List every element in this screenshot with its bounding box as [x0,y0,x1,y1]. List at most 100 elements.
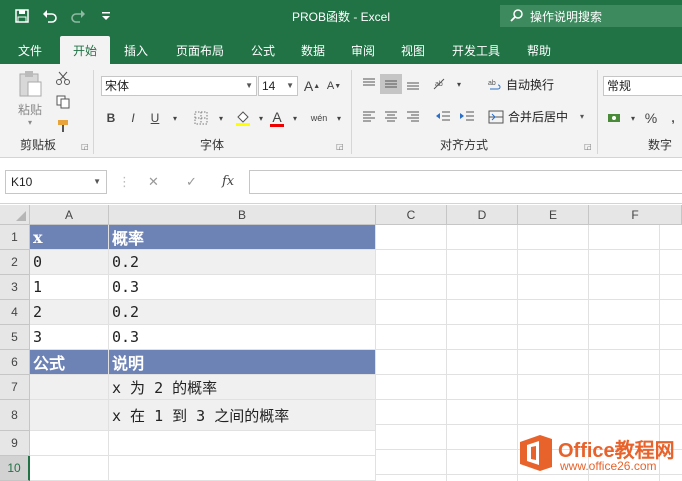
row-header-1[interactable]: 1 [0,225,30,250]
wrap-text-button[interactable]: ab 自动换行 [488,76,554,93]
font-size-select[interactable]: 14 ▼ [258,76,298,96]
paste-icon [19,71,42,97]
enter-icon[interactable]: ✓ [186,174,197,190]
row-header-6[interactable]: 6 [0,350,30,375]
decrease-indent-icon[interactable] [432,106,454,126]
increase-font-size-icon[interactable]: A ▲ [301,76,323,96]
cell-a1[interactable]: x [30,225,109,250]
chevron-down-icon[interactable]: ▾ [284,108,306,128]
cut-icon[interactable] [52,68,74,88]
cell-b3[interactable]: 0.3 [109,275,376,300]
tell-me-label: 操作说明搜索 [530,9,603,24]
align-right-icon[interactable] [402,106,424,126]
tab-file[interactable]: 文件 [0,36,60,64]
merge-center-button[interactable]: 合并后居中 ▾ [488,108,584,125]
tab-home[interactable]: 开始 [60,36,110,64]
cell-a10[interactable] [30,456,109,481]
row-header-2[interactable]: 2 [0,250,30,275]
top-align-icon[interactable] [358,74,380,94]
borders-icon[interactable] [190,108,212,128]
chevron-down-icon[interactable]: ▾ [328,108,350,128]
column-header-d[interactable]: D [447,205,518,225]
tab-developer[interactable]: 开发工具 [438,36,514,64]
ribbon: 粘贴 ▾ 剪贴板 ◲ 宋体 ▼ 14 ▼ A ▲ A ▼ B I U ▾ ▾ ▾ A… [0,64,682,158]
italic-button[interactable]: I [122,108,144,128]
row-header-10[interactable]: 10 [0,456,30,481]
tab-data[interactable]: 数据 [288,36,338,64]
cell-b1[interactable]: 概率 [109,225,376,250]
svg-text:ab: ab [435,81,443,88]
font-group-label: 字体 [200,138,225,152]
column-header-b[interactable]: B [109,205,376,225]
select-all-button[interactable] [0,205,30,225]
cell-a2[interactable]: 0 [30,250,109,275]
alignment-launcher-icon[interactable]: ◲ [584,142,592,151]
cell-a3[interactable]: 1 [30,275,109,300]
column-header-e[interactable]: E [518,205,589,225]
column-header-c[interactable]: C [376,205,447,225]
bottom-align-icon[interactable] [402,74,424,94]
formula-bar-grip-icon: ⋮ [118,174,131,189]
chevron-down-icon[interactable]: ▾ [448,74,470,94]
font-name-select[interactable]: 宋体 ▼ [101,76,257,96]
decrease-font-size-icon[interactable]: A ▼ [323,76,345,96]
watermark-url: www.office26.com [560,459,657,473]
clipboard-group-label: 剪贴板 [20,138,57,152]
divider [351,70,352,154]
cancel-icon[interactable]: ✕ [148,174,159,190]
number-format-select[interactable]: 常规 [603,76,682,96]
tab-view[interactable]: 视图 [388,36,438,64]
percent-button[interactable]: % [640,108,662,128]
cell-b8[interactable]: x 在 1 到 3 之间的概率 [109,400,376,431]
cell-a6[interactable]: 公式 [30,350,109,375]
clipboard-launcher-icon[interactable]: ◲ [81,142,89,151]
format-painter-icon[interactable] [52,116,74,136]
cell-a8[interactable] [30,400,109,431]
underline-button[interactable]: U [144,108,166,128]
row-header-4[interactable]: 4 [0,300,30,325]
row-header-9[interactable]: 9 [0,431,30,456]
column-header-a[interactable]: A [30,205,109,225]
tab-insert[interactable]: 插入 [110,36,162,64]
increase-indent-icon[interactable] [456,106,478,126]
cell-b5[interactable]: 0.3 [109,325,376,350]
middle-align-icon[interactable] [380,74,402,94]
bold-button[interactable]: B [100,108,122,128]
row-header-3[interactable]: 3 [0,275,30,300]
phonetic-guide-icon[interactable]: wén [308,108,330,128]
paste-button[interactable]: 粘贴 ▾ [12,70,48,128]
formula-input[interactable] [249,170,682,194]
font-launcher-icon[interactable]: ◲ [336,142,344,151]
copy-icon[interactable] [52,92,74,112]
number-format-value: 常规 [607,79,632,93]
row-header-5[interactable]: 5 [0,325,30,350]
cell-a9[interactable] [30,431,109,456]
cell-b6[interactable]: 说明 [109,350,376,375]
cell-b4[interactable]: 0.2 [109,300,376,325]
number-group-label: 数字 [648,138,673,152]
cell-b9[interactable] [109,431,376,456]
chevron-down-icon[interactable]: ▾ [210,108,232,128]
cell-a5[interactable]: 3 [30,325,109,350]
insert-function-icon[interactable]: fx [222,174,234,189]
row-header-8[interactable]: 8 [0,400,30,431]
tab-review[interactable]: 审阅 [338,36,388,64]
row-header-7[interactable]: 7 [0,375,30,400]
tell-me-search[interactable]: 操作说明搜索 [500,5,682,27]
orientation-icon[interactable]: ab [428,74,450,94]
alignment-group-label: 对齐方式 [440,138,489,152]
align-left-icon[interactable] [358,106,380,126]
cell-b10[interactable] [109,456,376,481]
align-center-icon[interactable] [380,106,402,126]
cell-b7[interactable]: x 为 2 的概率 [109,375,376,400]
tab-page-layout[interactable]: 页面布局 [162,36,238,64]
cell-b2[interactable]: 0.2 [109,250,376,275]
name-box[interactable]: K10 ▼ [5,170,107,194]
comma-style-icon[interactable]: , [662,108,682,128]
tab-formulas[interactable]: 公式 [238,36,288,64]
tab-help[interactable]: 帮助 [514,36,564,64]
column-header-f[interactable]: F [589,205,682,225]
cell-a7[interactable] [30,375,109,400]
chevron-down-icon[interactable]: ▾ [164,108,186,128]
cell-a4[interactable]: 2 [30,300,109,325]
